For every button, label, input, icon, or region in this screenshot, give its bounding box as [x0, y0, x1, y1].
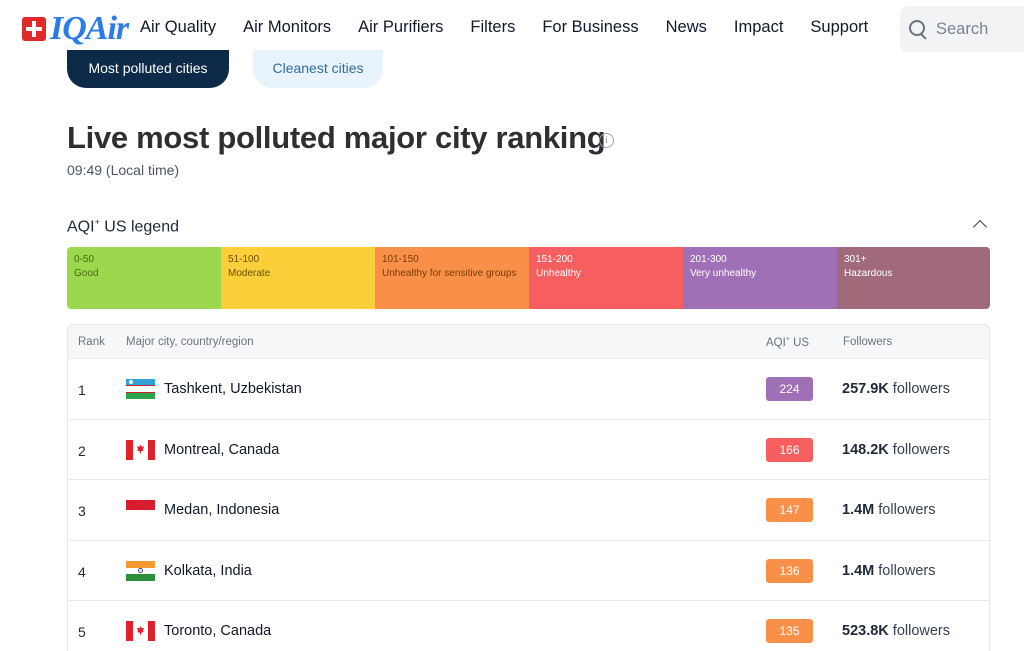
followers-number: 523.8K	[842, 623, 889, 639]
legend-segment: 101-150 Unhealthy for sensitive groups	[375, 247, 529, 309]
aqi-badge: 147	[766, 498, 813, 522]
table-row[interactable]: 3 Medan, Indonesia 147 1.4M followers	[68, 480, 989, 541]
country-flag-icon	[126, 560, 155, 581]
row-rank: 2	[78, 442, 86, 459]
nav-support[interactable]: Support	[810, 18, 868, 37]
aqi-badge: 135	[766, 619, 813, 643]
header-city: Major city, country/region	[126, 336, 254, 348]
search-box[interactable]	[900, 6, 1024, 52]
legend-segment: 0-50 Good	[67, 247, 221, 309]
page-title: Live most polluted major city ranking	[67, 120, 606, 155]
legend-segment: 201-300 Very unhealthy	[683, 247, 837, 309]
header-rank: Rank	[78, 336, 105, 348]
city-name-link[interactable]: Kolkata, India	[164, 563, 252, 579]
legend-label: Hazardous	[844, 268, 893, 279]
tab-cleanest-cities[interactable]: Cleanest cities	[253, 50, 383, 88]
search-icon	[908, 19, 928, 39]
header-aqi-suffix: US	[789, 336, 810, 349]
legend-segment: 301+ Hazardous	[837, 247, 990, 309]
legend-range: 0-50	[74, 254, 95, 265]
followers-suffix: followers	[874, 502, 936, 518]
followers-suffix: followers	[888, 623, 951, 639]
nav-news[interactable]: News	[666, 18, 707, 37]
legend-range: 51-100	[228, 254, 260, 265]
row-rank: 4	[78, 563, 86, 580]
followers-number: 148.2K	[842, 441, 889, 458]
tab-most-polluted-cities[interactable]: Most polluted cities	[67, 50, 229, 88]
logo-text: IQAir	[50, 10, 129, 47]
row-rank: 1	[78, 382, 86, 398]
legend-label: Very unhealthy	[690, 268, 757, 279]
header-aqi: AQI+ US	[766, 336, 809, 349]
country-flag-icon	[126, 379, 155, 399]
followers-suffix: followers	[874, 562, 936, 579]
legend-label: Good	[74, 268, 99, 279]
legend-label: Unhealthy	[536, 268, 582, 279]
main-nav: Air Quality Air Monitors Air Purifiers F…	[140, 18, 895, 37]
legend-range: 151-200	[536, 254, 573, 265]
row-rank: 3	[78, 503, 86, 519]
legend-segment: 151-200 Unhealthy	[529, 247, 683, 309]
legend-title-suffix: US legend	[99, 218, 179, 236]
city-name-link[interactable]: Medan, Indonesia	[164, 502, 279, 518]
table-header: Rank Major city, country/region AQI+ US …	[68, 325, 989, 359]
city-ranking-table: Rank Major city, country/region AQI+ US …	[67, 324, 990, 651]
header-aqi-prefix: AQI	[766, 336, 786, 349]
city-name-link[interactable]: Toronto, Canada	[164, 623, 271, 639]
legend-label: Moderate	[228, 268, 271, 279]
table-row[interactable]: 2 Montreal, Canada 166 148.2K followers	[68, 420, 989, 480]
aqi-legend-bar: 0-50 Good 51-100 Moderate 101-150 Unhealthy f…	[67, 247, 990, 309]
table-body: 1 Tashkent, Uzbekistan 224 257.9K followers…	[68, 359, 989, 651]
aqi-badge: 166	[766, 437, 813, 462]
followers-count: 523.8K followers	[842, 623, 950, 639]
legend-segment: 51-100 Moderate	[221, 247, 375, 309]
followers-count: 148.2K followers	[842, 442, 950, 458]
nav-air-purifiers[interactable]: Air Purifiers	[358, 18, 443, 37]
legend-label: Unhealthy for sensitive groups	[382, 268, 517, 279]
table-row[interactable]: 4 Kolkata, India 136 1.4M followers	[68, 541, 989, 601]
legend-range: 101-150	[382, 254, 419, 265]
country-flag-icon	[126, 500, 155, 520]
legend-range: 201-300	[690, 254, 727, 265]
city-name-link[interactable]: Montreal, Canada	[164, 442, 279, 458]
swiss-flag-icon	[22, 17, 46, 41]
followers-number: 257.9K	[842, 381, 889, 397]
table-row[interactable]: 1 Tashkent, Uzbekistan 224 257.9K followers	[68, 359, 989, 420]
info-icon[interactable]: i	[599, 133, 614, 148]
aqi-badge: 136	[766, 558, 813, 583]
followers-number: 1.4M	[842, 502, 875, 518]
nav-air-quality[interactable]: Air Quality	[140, 18, 216, 37]
iqair-logo[interactable]: IQAir	[22, 10, 129, 47]
nav-impact[interactable]: Impact	[734, 18, 784, 37]
local-time: 09:49 (Local time)	[67, 162, 180, 178]
followers-count: 257.9K followers	[842, 381, 950, 397]
followers-count: 1.4M followers	[842, 502, 936, 518]
search-input[interactable]	[936, 19, 1024, 39]
nav-air-monitors[interactable]: Air Monitors	[243, 18, 331, 37]
followers-number: 1.4M	[842, 562, 875, 579]
header-followers: Followers	[843, 336, 893, 348]
nav-for-business[interactable]: For Business	[542, 18, 638, 37]
legend-title: AQI+ US legend	[67, 217, 179, 236]
followers-suffix: followers	[888, 381, 951, 397]
followers-suffix: followers	[888, 441, 951, 458]
table-row[interactable]: 5 Toronto, Canada 135 523.8K followers	[68, 601, 989, 651]
nav-filters[interactable]: Filters	[470, 18, 515, 37]
city-name-link[interactable]: Tashkent, Uzbekistan	[164, 381, 302, 397]
row-rank: 5	[78, 624, 86, 640]
legend-range: 301+	[844, 254, 867, 265]
aqi-badge: 224	[766, 377, 813, 401]
legend-title-prefix: AQI	[67, 218, 95, 236]
country-flag-icon	[126, 621, 155, 641]
chevron-up-icon[interactable]	[972, 219, 988, 235]
followers-count: 1.4M followers	[842, 563, 936, 579]
country-flag-icon	[126, 439, 155, 460]
